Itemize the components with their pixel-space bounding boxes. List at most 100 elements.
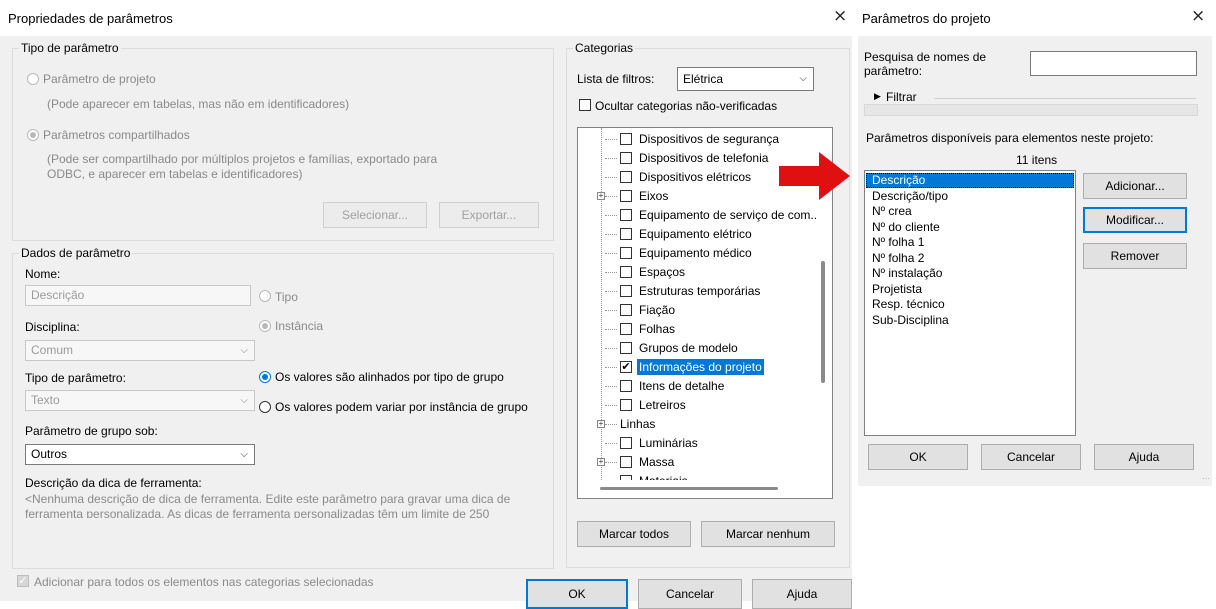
red-arrow-icon: [779, 152, 850, 200]
tree-hscrollbar-thumb[interactable]: [600, 487, 778, 490]
instance-radio[interactable]: [259, 320, 271, 332]
tree-item[interactable]: Folhas: [578, 320, 818, 339]
param-list-item[interactable]: Sub-Disciplina: [866, 313, 1074, 328]
param-type-value: Texto: [31, 393, 60, 407]
tree-connector: [605, 386, 617, 387]
add-all-checkbox[interactable]: ✓: [17, 575, 29, 587]
tree-item[interactable]: Espaços: [578, 263, 818, 282]
tree-item[interactable]: Dispositivos de segurança: [578, 130, 818, 149]
left-dialog-title: Propriedades de parâmetros: [8, 11, 173, 26]
help-button[interactable]: Ajuda: [752, 579, 852, 609]
tree-item-checkbox[interactable]: [620, 323, 632, 335]
aligned-by-group-radio[interactable]: [259, 371, 271, 383]
left-dialog-close-icon[interactable]: ×: [833, 6, 847, 26]
tree-item-checkbox[interactable]: ✔: [620, 361, 632, 373]
tree-item[interactable]: Fiação: [578, 301, 818, 320]
name-field[interactable]: Descrição: [25, 285, 251, 306]
hide-unchecked-label: Ocultar categorias não-verificadas: [595, 99, 778, 113]
param-list-item[interactable]: Projetista: [866, 282, 1074, 297]
tree-item-checkbox[interactable]: [620, 437, 632, 449]
param-type-select[interactable]: Texto ⌵: [25, 390, 255, 411]
param-list-item[interactable]: Descrição/tipo: [866, 189, 1074, 204]
tree-item[interactable]: Equipamento elétrico: [578, 225, 818, 244]
param-list-item[interactable]: Resp. técnico: [866, 297, 1074, 312]
filter-label[interactable]: Filtrar: [886, 90, 917, 104]
discipline-chevron-down-icon: ⌵: [240, 345, 248, 356]
tree-item-checkbox[interactable]: [620, 133, 632, 145]
tree-item[interactable]: Grupos de modelo: [578, 339, 818, 358]
filter-list-select[interactable]: Elétrica ⌵: [677, 67, 814, 91]
tree-item-checkbox[interactable]: [620, 266, 632, 278]
right-ok-button[interactable]: OK: [868, 444, 968, 470]
group-under-select[interactable]: Outros ⌵: [25, 444, 255, 465]
tree-item-checkbox[interactable]: [620, 285, 632, 297]
tree-vscrollbar-thumb[interactable]: [821, 261, 825, 383]
tree-item-checkbox[interactable]: [620, 380, 632, 392]
expand-plus-icon[interactable]: +: [597, 192, 605, 200]
tree-item-checkbox[interactable]: [620, 152, 632, 164]
param-list-item[interactable]: Descrição: [866, 173, 1074, 188]
tree-item[interactable]: Luminárias: [578, 434, 818, 453]
check-all-button[interactable]: Marcar todos: [577, 521, 691, 547]
ok-button[interactable]: OK: [526, 579, 628, 609]
right-cancel-button[interactable]: Cancelar: [981, 444, 1081, 470]
tree-item-checkbox[interactable]: [620, 304, 632, 316]
left-dialog: Tipo de parâmetro Parâmetro de projeto (…: [0, 36, 852, 609]
right-help-button[interactable]: Ajuda: [1094, 444, 1194, 470]
params-list[interactable]: Descrição Descrição/tipo Nº crea Nº do clie…: [864, 170, 1076, 436]
shared-param-radio[interactable]: [27, 129, 39, 141]
search-input[interactable]: [1030, 51, 1197, 76]
tree-item[interactable]: Letreiros: [578, 396, 818, 415]
param-list-item[interactable]: Nº crea: [866, 204, 1074, 219]
param-list-item[interactable]: Nº do cliente: [866, 220, 1074, 235]
tree-item[interactable]: Itens de detalhe: [578, 377, 818, 396]
project-param-radio[interactable]: [27, 73, 39, 85]
discipline-value: Comum: [31, 343, 74, 357]
tree-item[interactable]: + Linhas: [578, 415, 818, 434]
tree-item[interactable]: Equipamento médico: [578, 244, 818, 263]
remove-button[interactable]: Remover: [1083, 243, 1187, 269]
tree-item-label: Fiação: [639, 303, 676, 317]
right-dialog-title: Parâmetros do projeto: [862, 11, 991, 26]
hide-unchecked-checkbox[interactable]: [579, 99, 591, 111]
tree-connector: [605, 462, 617, 463]
param-list-item[interactable]: Nº folha 2: [866, 251, 1074, 266]
add-button[interactable]: Adicionar...: [1083, 173, 1187, 199]
tree-item-checkbox[interactable]: [620, 342, 632, 354]
param-list-item[interactable]: Nº instalação: [866, 266, 1074, 281]
tree-item[interactable]: Estruturas temporárias: [578, 282, 818, 301]
tree-item-checkbox[interactable]: [620, 456, 632, 468]
discipline-select[interactable]: Comum ⌵: [25, 340, 255, 361]
tree-connector: [605, 234, 617, 235]
modify-button[interactable]: Modificar...: [1083, 207, 1187, 233]
export-button[interactable]: Exportar...: [439, 202, 539, 228]
tree-connector: [605, 310, 617, 311]
filter-expand-icon[interactable]: ▶: [874, 91, 881, 102]
tree-item[interactable]: Equipamento de serviço de com...: [578, 206, 820, 225]
right-dialog-close-icon[interactable]: ×: [1191, 6, 1205, 26]
param-list-item[interactable]: Nº folha 1: [866, 235, 1074, 250]
tree-item-checkbox[interactable]: [620, 247, 632, 259]
tree-item[interactable]: ✔ Informações do projeto: [578, 358, 818, 377]
vary-by-instance-radio[interactable]: [259, 401, 271, 413]
cancel-button[interactable]: Cancelar: [638, 579, 742, 609]
param-type-chevron-down-icon: ⌵: [240, 395, 248, 406]
tree-item[interactable]: + Massa: [578, 453, 818, 472]
tree-hscrollbar[interactable]: [578, 480, 816, 497]
select-button[interactable]: Selecionar...: [323, 202, 427, 228]
check-none-button[interactable]: Marcar nenhum: [701, 521, 835, 547]
tree-item-checkbox[interactable]: [620, 399, 632, 411]
filter-list-chevron-down-icon: ⌵: [799, 73, 807, 84]
tree-item-checkbox[interactable]: [620, 190, 632, 202]
tooltip-text[interactable]: <Nenhuma descrição de dica de ferramenta…: [25, 492, 551, 518]
resize-grip-icon[interactable]: ⋯: [1202, 474, 1210, 483]
expand-plus-icon[interactable]: +: [597, 458, 605, 466]
expand-plus-icon[interactable]: +: [597, 420, 605, 428]
tree-item-checkbox[interactable]: [620, 171, 632, 183]
tree-connector: [605, 177, 617, 178]
tree-item-checkbox[interactable]: [620, 228, 632, 240]
type-radio[interactable]: [259, 290, 271, 302]
add-all-label: Adicionar para todos os elementos nas ca…: [34, 575, 374, 589]
tree-item-checkbox[interactable]: [620, 209, 632, 221]
tree-item-label: Equipamento elétrico: [639, 227, 752, 241]
